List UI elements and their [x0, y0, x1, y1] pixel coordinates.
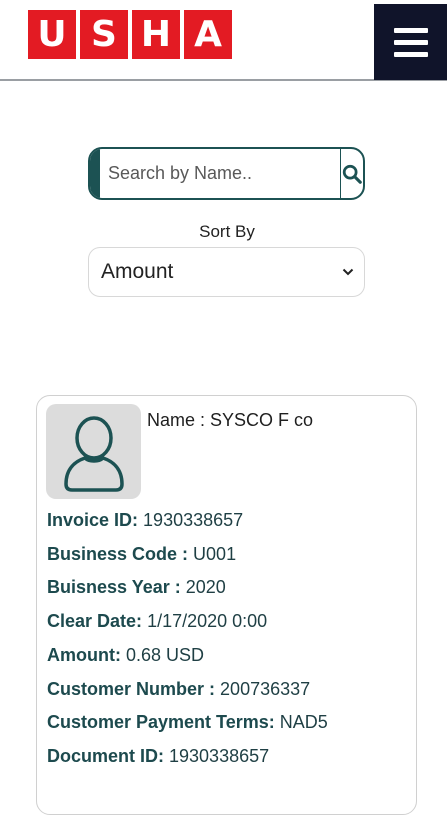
- sort-by-label: Sort By: [199, 222, 255, 241]
- customer-name: Name : SYSCO F co: [147, 410, 313, 431]
- field-label: Customer Number :: [47, 679, 216, 699]
- field-value: 2020: [185, 577, 226, 597]
- user-icon: [63, 415, 124, 492]
- field-value: U001: [193, 544, 237, 564]
- search-button[interactable]: [340, 149, 363, 198]
- field-value: 0.68 USD: [126, 645, 205, 665]
- field-value: 1930338657: [143, 510, 244, 530]
- field-label: Document ID:: [47, 746, 164, 766]
- field-value: 200736337: [220, 679, 311, 699]
- field-business-year: Buisness Year : 2020: [47, 577, 226, 598]
- hamburger-menu-button[interactable]: [374, 4, 447, 80]
- logo-letter: S: [80, 10, 128, 59]
- field-invoice-id: Invoice ID: 1930338657: [47, 510, 243, 531]
- field-document-id: Document ID: 1930338657: [47, 746, 269, 767]
- field-amount: Amount: 0.68 USD: [47, 645, 204, 666]
- hamburger-icon: [393, 27, 428, 33]
- field-value: 1930338657: [169, 746, 270, 766]
- search-accent-strip: [90, 149, 100, 198]
- search-box: [88, 147, 365, 200]
- field-label: Clear Date:: [47, 611, 143, 631]
- field-label: Invoice ID:: [47, 510, 139, 530]
- search-icon: [342, 164, 362, 184]
- logo-letter: U: [28, 10, 76, 59]
- field-label: Buisness Year :: [47, 577, 181, 597]
- field-label: Business Code :: [47, 544, 189, 564]
- search-input[interactable]: [100, 149, 340, 198]
- chevron-down-icon: [342, 268, 354, 276]
- field-label: Amount:: [47, 645, 121, 665]
- name-value: SYSCO F co: [210, 410, 314, 430]
- field-label: Customer Payment Terms:: [47, 712, 275, 732]
- field-value: NAD5: [279, 712, 328, 732]
- sort-selected-value: Amount: [101, 260, 174, 283]
- logo-letter: A: [184, 10, 232, 59]
- field-clear-date: Clear Date: 1/17/2020 0:00: [47, 611, 267, 632]
- customer-invoice-card[interactable]: Name : SYSCO F co Invoice ID: 1930338657…: [36, 395, 417, 815]
- name-label: Name :: [147, 410, 211, 430]
- field-payment-terms: Customer Payment Terms: NAD5: [47, 712, 328, 733]
- field-business-code: Business Code : U001: [47, 544, 236, 565]
- sort-select[interactable]: Amount: [88, 247, 365, 297]
- field-customer-number: Customer Number : 200736337: [47, 679, 310, 700]
- field-value: 1/17/2020 0:00: [147, 611, 268, 631]
- hamburger-icon-bar: [393, 51, 428, 57]
- logo-letter: H: [132, 10, 180, 59]
- hamburger-icon-bar: [393, 39, 428, 45]
- usha-logo[interactable]: U S H A: [28, 10, 232, 59]
- avatar: [46, 404, 141, 499]
- app-header: U S H A: [0, 0, 447, 81]
